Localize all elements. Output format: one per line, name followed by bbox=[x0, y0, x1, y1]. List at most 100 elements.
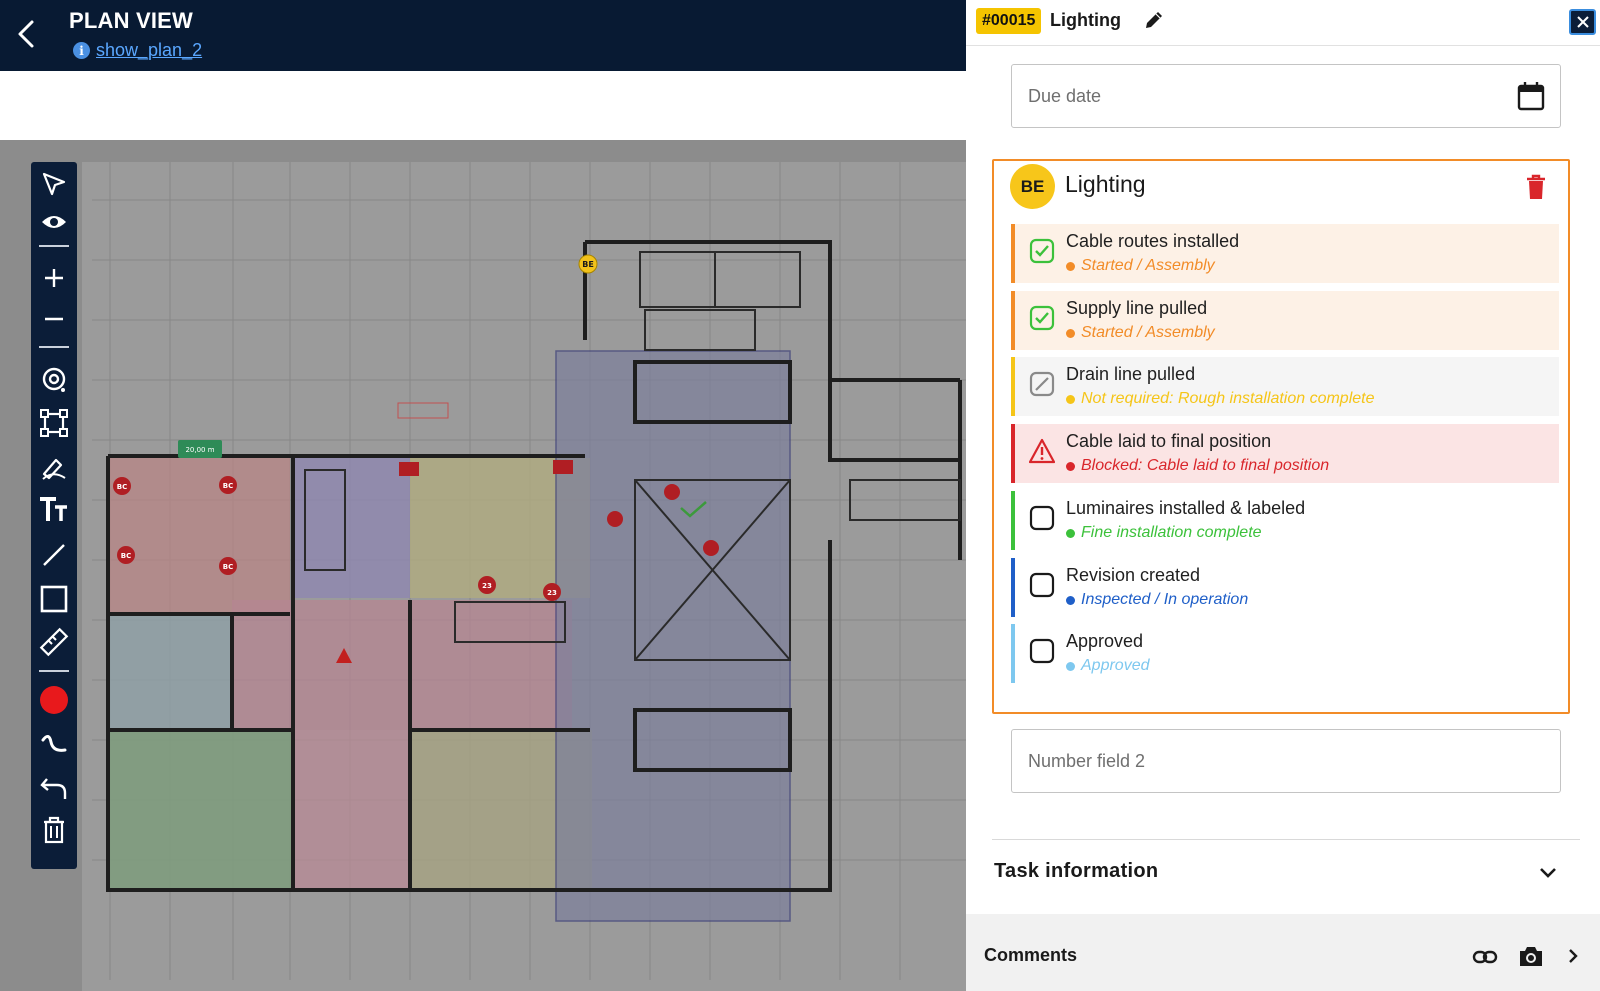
status-dot-icon bbox=[1066, 394, 1075, 404]
toolbar-divider bbox=[39, 346, 69, 348]
area-shape-icon bbox=[40, 409, 68, 437]
status-dot-icon bbox=[1066, 261, 1075, 271]
edit-pencil-icon[interactable] bbox=[1142, 8, 1166, 32]
task-id-badge: #00015 bbox=[976, 8, 1042, 34]
checklist-item-status: Inspected / In operation bbox=[1066, 591, 1248, 609]
plan-link-group: i show_plan_2 bbox=[73, 40, 202, 61]
undo-icon bbox=[40, 778, 67, 799]
plan-pin-23-1[interactable]: 23 bbox=[482, 582, 492, 590]
status-dot-icon bbox=[1066, 461, 1075, 471]
calendar-icon[interactable] bbox=[1516, 80, 1546, 112]
number-field-placeholder: Number field 2 bbox=[1028, 751, 1146, 771]
unchecked-box-icon[interactable] bbox=[1029, 505, 1055, 531]
top-bar: PLAN VIEW i show_plan_2 bbox=[0, 0, 966, 71]
zoom-in-button[interactable] bbox=[31, 258, 77, 298]
measure-tool-button[interactable] bbox=[31, 622, 77, 662]
plan-pin-bc-2[interactable]: BC bbox=[223, 482, 233, 490]
text-tool-button[interactable] bbox=[31, 490, 77, 530]
delete-checklist-icon[interactable] bbox=[1524, 174, 1548, 200]
checklist-item-status: Approved bbox=[1066, 657, 1150, 675]
checklist-item-name: Drain line pulled bbox=[1066, 364, 1196, 384]
checked-box-icon[interactable] bbox=[1029, 238, 1055, 264]
checked-box-icon[interactable] bbox=[1029, 305, 1055, 331]
checklist-item[interactable]: Drain line pulled Not required: Rough ins… bbox=[1011, 357, 1559, 416]
plan-pin-bc-4[interactable]: BC bbox=[223, 563, 233, 571]
chevron-down-icon[interactable] bbox=[1536, 860, 1560, 884]
red-color-swatch-icon bbox=[40, 686, 68, 714]
comments-label: Comments bbox=[984, 945, 1078, 965]
checklist-item-status: Fine installation complete bbox=[1066, 524, 1262, 542]
unchecked-box-icon[interactable] bbox=[1029, 572, 1055, 598]
line-icon bbox=[43, 544, 65, 566]
visibility-tool-button[interactable] bbox=[31, 202, 77, 242]
rectangle-tool-button[interactable] bbox=[31, 579, 77, 619]
not-required-box-icon[interactable] bbox=[1029, 371, 1055, 397]
checklist-item[interactable]: Cable laid to final position Blocked: Cab… bbox=[1011, 424, 1559, 483]
text-size-icon bbox=[40, 497, 67, 521]
plan-canvas[interactable]: 20,00 m BE BC BC BC BC 23 23 bbox=[0, 140, 966, 991]
checklist-item[interactable]: Luminaires installed & labeled Fine insta… bbox=[1011, 491, 1559, 550]
checklist-item-name: Approved bbox=[1066, 631, 1144, 651]
checklist-item-status: Started / Assembly bbox=[1066, 324, 1215, 342]
checklist-item-status-text: Approved bbox=[1081, 657, 1150, 674]
zoom-out-button[interactable] bbox=[31, 299, 77, 339]
minus-icon bbox=[45, 317, 63, 321]
freehand-curve-icon bbox=[41, 735, 67, 752]
pointer-icon bbox=[42, 172, 66, 196]
back-button[interactable] bbox=[10, 14, 44, 54]
rectangle-icon bbox=[40, 585, 68, 613]
checklist-item[interactable]: Revision created Inspected / In operation bbox=[1011, 558, 1559, 617]
number-field-2[interactable]: Number field 2 bbox=[1011, 729, 1561, 793]
delete-tool-button[interactable] bbox=[31, 810, 77, 850]
status-dot-icon bbox=[1066, 528, 1075, 538]
plan-pin-bc-1[interactable]: BC bbox=[117, 483, 127, 491]
checklist-item-name: Luminaires installed & labeled bbox=[1066, 498, 1306, 518]
link-icon[interactable] bbox=[1472, 946, 1498, 968]
due-date-field[interactable]: Due date bbox=[1011, 64, 1561, 128]
checklist-item-status-text: Not required: Rough installation complet… bbox=[1081, 390, 1375, 407]
trash-icon bbox=[44, 816, 64, 844]
task-panel: #00015 Lighting Due date BE Lighting Cab… bbox=[966, 0, 1600, 991]
checklist-item[interactable]: Approved Approved bbox=[1011, 624, 1559, 683]
freehand-tool-button[interactable] bbox=[31, 725, 77, 765]
plan-view-area: PLAN VIEW i show_plan_2 20,00 m BE BC BC… bbox=[0, 0, 966, 991]
area-tool-button[interactable] bbox=[31, 403, 77, 443]
chevron-right-icon[interactable] bbox=[1564, 945, 1582, 967]
checklist-item-name: Revision created bbox=[1066, 565, 1201, 585]
unchecked-box-icon[interactable] bbox=[1029, 638, 1055, 664]
pen-icon bbox=[42, 458, 66, 480]
status-dot-icon bbox=[1066, 661, 1075, 671]
page-title: PLAN VIEW bbox=[69, 8, 194, 33]
warning-triangle-icon[interactable] bbox=[1029, 438, 1055, 464]
line-tool-button[interactable] bbox=[31, 535, 77, 575]
toolbar-divider bbox=[39, 670, 69, 672]
checklist-title: Lighting bbox=[1065, 171, 1146, 197]
color-picker-button[interactable] bbox=[31, 680, 77, 720]
select-tool-button[interactable] bbox=[31, 164, 77, 204]
plan-link[interactable]: show_plan_2 bbox=[96, 40, 202, 61]
close-panel-button[interactable] bbox=[1569, 9, 1596, 35]
comments-bar: Comments bbox=[966, 914, 1600, 991]
task-panel-header: #00015 Lighting bbox=[966, 0, 1600, 46]
markup-pen-tool-button[interactable] bbox=[31, 447, 77, 487]
eye-icon bbox=[42, 216, 66, 228]
checklist-item-status: Blocked: Cable laid to final position bbox=[1066, 457, 1329, 475]
floor-plan-drawing[interactable]: 20,00 m BE BC BC BC BC 23 23 bbox=[0, 140, 966, 991]
plan-pin-23-2[interactable]: 23 bbox=[547, 589, 557, 597]
task-information-toggle[interactable]: Task information bbox=[994, 860, 1158, 883]
undo-button[interactable] bbox=[31, 768, 77, 808]
checklist-item-status: Not required: Rough installation complet… bbox=[1066, 390, 1375, 408]
checklist-item-name: Cable routes installed bbox=[1066, 231, 1240, 251]
status-dot-icon bbox=[1066, 328, 1075, 338]
camera-icon[interactable] bbox=[1518, 944, 1544, 968]
plan-header-spacer bbox=[0, 71, 966, 140]
due-date-placeholder: Due date bbox=[1028, 86, 1102, 106]
close-icon bbox=[1576, 16, 1589, 28]
checklist-item-name: Supply line pulled bbox=[1066, 298, 1208, 318]
toolbar-divider bbox=[39, 245, 69, 247]
checklist-item[interactable]: Cable routes installed Started / Assembly bbox=[1011, 224, 1559, 283]
checklist-item[interactable]: Supply line pulled Started / Assembly bbox=[1011, 291, 1559, 350]
plan-pin-bc-3[interactable]: BC bbox=[121, 552, 131, 560]
location-pin-tool-button[interactable] bbox=[31, 360, 77, 400]
plan-marker-be[interactable]: BE bbox=[582, 260, 594, 269]
